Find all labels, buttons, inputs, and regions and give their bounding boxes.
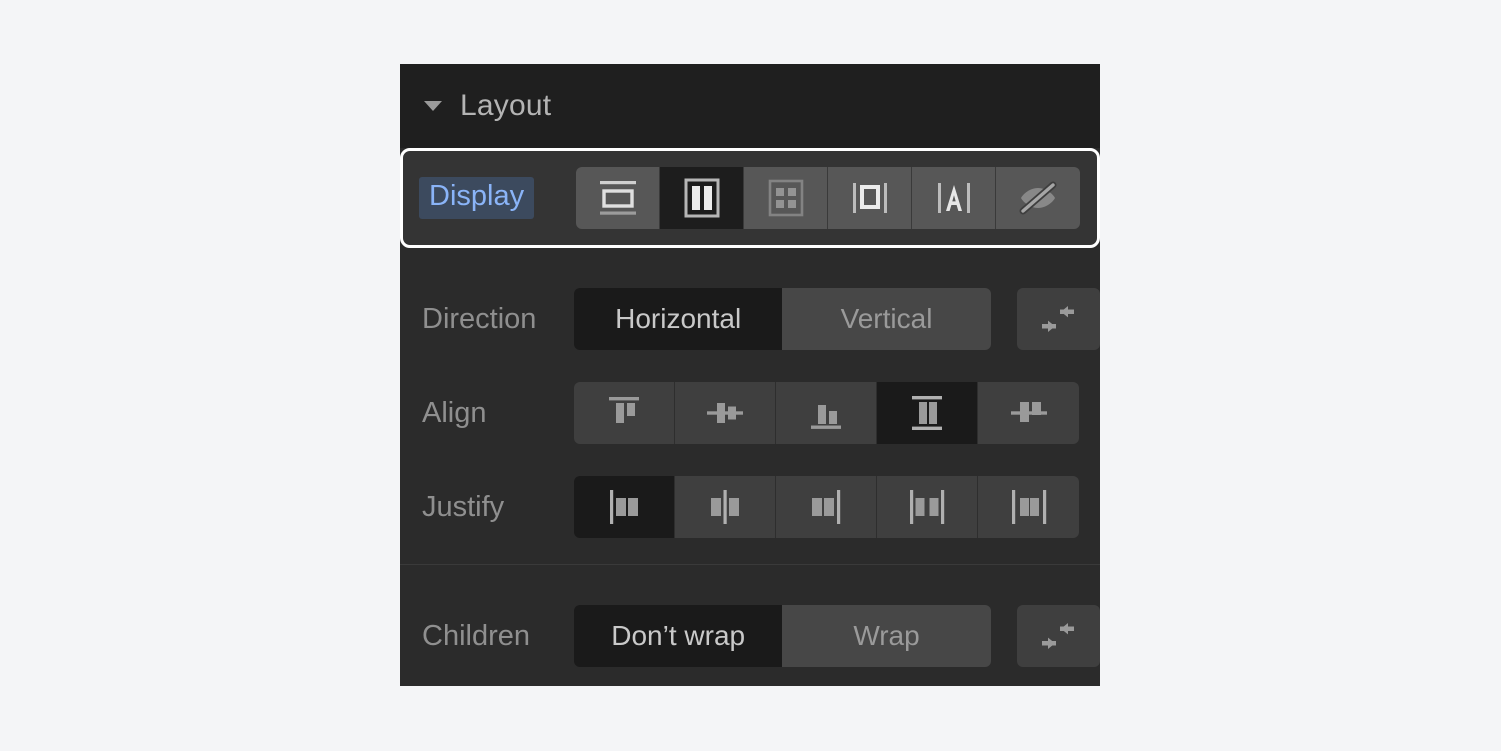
display-inline-button[interactable] [912,167,997,229]
display-row[interactable]: Display [400,148,1100,248]
display-none-icon [1019,181,1057,215]
direction-reverse-icon [1042,306,1075,332]
children-reverse-button[interactable] [1016,605,1100,667]
direction-label: Direction [422,302,537,335]
direction-vertical-button[interactable]: Vertical [782,288,991,350]
align-row: Align [400,366,1100,460]
display-flex-button[interactable] [660,167,745,229]
justify-space-between-icon [910,490,945,524]
display-mode-segmented-control[interactable] [576,167,1081,229]
align-stretch-button[interactable] [877,382,978,444]
children-row: Children Don’t wrap Wrap [400,589,1100,683]
display-grid-icon [768,179,803,217]
direction-toggle[interactable]: Horizontal Vertical [574,288,991,350]
justify-row: Justify [400,460,1100,554]
justify-space-around-icon [1011,490,1046,524]
align-start-icon [609,397,639,423]
direction-row: Direction Horizontal Vertical [400,272,1100,366]
display-block-icon [599,181,636,215]
flex-settings-section: Direction Horizontal Vertical Align Just… [400,248,1100,564]
justify-space-between-button[interactable] [877,476,978,538]
align-center-button[interactable] [675,382,776,444]
align-segmented-control[interactable] [574,382,1079,444]
align-stretch-icon [912,396,942,430]
triangle-down-icon[interactable] [422,95,444,117]
direction-horizontal-button[interactable]: Horizontal [574,288,783,350]
display-inline-block-icon [852,183,887,213]
display-none-button[interactable] [996,167,1081,229]
justify-center-icon [711,490,739,524]
justify-segmented-control[interactable] [574,476,1079,538]
children-reverse-icon [1042,623,1075,649]
children-label: Children [422,619,530,652]
justify-start-icon [610,490,638,524]
display-flex-icon [684,178,720,218]
align-end-button[interactable] [776,382,877,444]
direction-reverse-button[interactable] [1016,288,1100,350]
align-label: Align [422,396,487,429]
layout-panel-header[interactable]: Layout [400,64,1100,148]
display-inline-icon [937,183,970,213]
justify-end-icon [812,490,841,524]
display-inline-block-button[interactable] [828,167,913,229]
align-start-button[interactable] [574,382,675,444]
align-baseline-icon [1010,402,1047,422]
display-block-button[interactable] [576,167,661,229]
align-center-icon [707,403,743,423]
justify-center-button[interactable] [675,476,776,538]
justify-end-button[interactable] [776,476,877,538]
children-wrap-button[interactable]: Wrap [782,605,991,667]
children-section: Children Don’t wrap Wrap [400,565,1100,683]
layout-panel: Layout Display Direction Horizontal Vert… [400,64,1100,686]
page-title: Layout [460,89,552,122]
justify-label: Justify [422,490,505,523]
justify-space-around-button[interactable] [978,476,1079,538]
align-end-icon [811,405,841,429]
justify-start-button[interactable] [574,476,675,538]
children-wrap-toggle[interactable]: Don’t wrap Wrap [574,605,991,667]
display-grid-button[interactable] [744,167,829,229]
page-root: Layout Display Direction Horizontal Vert… [0,0,1501,751]
display-label: Display [419,177,535,219]
align-baseline-button[interactable] [978,382,1079,444]
children-dont-wrap-button[interactable]: Don’t wrap [574,605,783,667]
